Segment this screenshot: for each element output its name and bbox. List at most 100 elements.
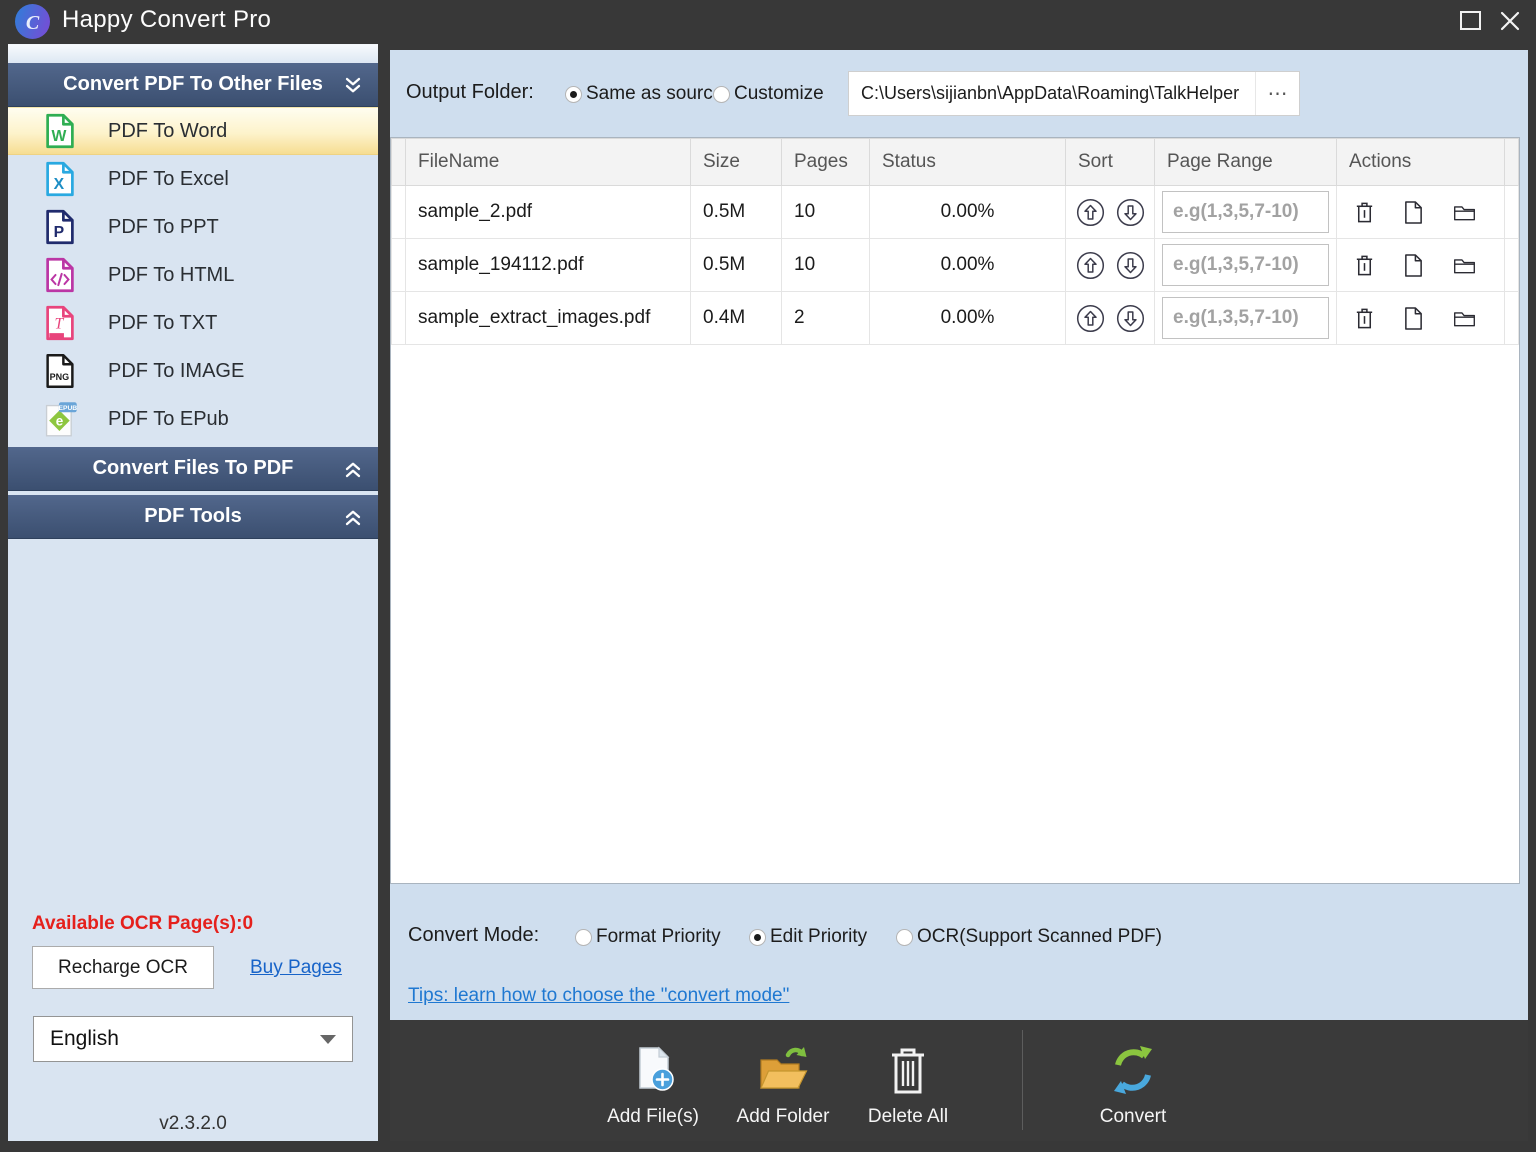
- size-cell: 0.4M: [690, 291, 782, 345]
- header-sort[interactable]: Sort: [1065, 138, 1155, 186]
- radio-edit-priority[interactable]: Edit Priority: [749, 926, 867, 948]
- chevron-down-icon: [320, 1034, 336, 1044]
- svg-text:EPUB: EPUB: [59, 405, 78, 412]
- open-file-icon[interactable]: [1403, 253, 1426, 278]
- sidebar-item-label: PDF To IMAGE: [108, 359, 245, 382]
- recharge-ocr-button[interactable]: Recharge OCR: [32, 946, 214, 989]
- row-scroll-gutter: [1504, 238, 1519, 292]
- page-range-input[interactable]: [1162, 297, 1329, 339]
- section-convert-files-to-pdf[interactable]: Convert Files To PDF: [8, 447, 378, 491]
- svg-text:W: W: [51, 128, 66, 145]
- status-cell: 0.00%: [869, 238, 1066, 292]
- tips-link[interactable]: Tips: learn how to choose the "convert m…: [408, 985, 789, 1007]
- open-folder-icon[interactable]: [1453, 253, 1476, 278]
- delete-all-button[interactable]: Delete All: [838, 1036, 978, 1128]
- sidebar-item-pdf-to-excel[interactable]: X PDF To Excel: [8, 155, 378, 203]
- open-folder-icon[interactable]: [1453, 306, 1476, 331]
- table-row[interactable]: sample_194112.pdf 0.5M 10 0.00%: [391, 238, 1519, 292]
- buy-pages-link[interactable]: Buy Pages: [250, 957, 342, 979]
- row-scroll-gutter: [1504, 185, 1519, 239]
- row-gutter-cell: [391, 291, 406, 345]
- header-filename[interactable]: FileName: [405, 138, 691, 186]
- section-convert-pdf-to-other[interactable]: Convert PDF To Other Files: [8, 63, 378, 107]
- header-pages[interactable]: Pages: [781, 138, 870, 186]
- sidebar-item-pdf-to-epub[interactable]: e EPUB PDF To EPub: [8, 395, 378, 443]
- version-label: v2.3.2.0: [159, 1113, 227, 1134]
- header-status[interactable]: Status: [869, 138, 1066, 186]
- delete-row-icon[interactable]: [1353, 253, 1376, 278]
- sidebar-item-pdf-to-word[interactable]: W PDF To Word: [8, 107, 378, 155]
- radio-customize[interactable]: Customize: [713, 83, 824, 105]
- header-page-range[interactable]: Page Range: [1154, 138, 1337, 186]
- open-folder-icon[interactable]: [1453, 200, 1476, 225]
- header-gutter: [391, 138, 406, 186]
- radio-format-priority[interactable]: Format Priority: [575, 926, 721, 948]
- sidebar-item-pdf-to-html[interactable]: PDF To HTML: [8, 251, 378, 299]
- row-gutter-cell: [391, 185, 406, 239]
- section-pdf-tools[interactable]: PDF Tools: [8, 495, 378, 539]
- page-range-input[interactable]: [1162, 244, 1329, 286]
- table-row[interactable]: sample_extract_images.pdf 0.4M 2 0.00%: [391, 291, 1519, 345]
- radio-icon[interactable]: [749, 928, 766, 946]
- toolbar-divider: [1022, 1030, 1023, 1130]
- svg-text:C: C: [26, 12, 40, 34]
- radio-ocr[interactable]: OCR(Support Scanned PDF): [896, 926, 1162, 948]
- delete-row-icon[interactable]: [1353, 306, 1376, 331]
- table-row[interactable]: sample_2.pdf 0.5M 10 0.00%: [391, 185, 1519, 239]
- radio-same-as-source[interactable]: Same as source: [565, 83, 723, 105]
- output-folder-label: Output Folder:: [406, 81, 534, 103]
- filename-cell: sample_extract_images.pdf: [405, 291, 691, 345]
- open-file-icon[interactable]: [1403, 200, 1426, 225]
- move-down-icon[interactable]: [1116, 251, 1145, 280]
- page-range-cell: [1154, 291, 1337, 345]
- size-cell: 0.5M: [690, 185, 782, 239]
- header-actions[interactable]: Actions: [1336, 138, 1505, 186]
- move-down-icon[interactable]: [1116, 198, 1145, 227]
- add-folder-button[interactable]: Add Folder: [713, 1036, 853, 1128]
- header-scroll-gutter: [1504, 138, 1519, 186]
- png-icon: PNG: [42, 352, 78, 390]
- header-size[interactable]: Size: [690, 138, 782, 186]
- txt-icon: T: [42, 304, 78, 342]
- sidebar-item-pdf-to-ppt[interactable]: P PDF To PPT: [8, 203, 378, 251]
- app-window: C Happy Convert Pro Convert PDF To Other…: [0, 0, 1536, 1152]
- main-panel: Output Folder: Same as source Customize …: [390, 50, 1528, 1141]
- file-table: FileName Size Pages Status Sort Page Ran…: [390, 137, 1520, 884]
- sidebar-item-pdf-to-image[interactable]: PNG PDF To IMAGE: [8, 347, 378, 395]
- move-up-icon[interactable]: [1076, 251, 1105, 280]
- output-path-field[interactable]: C:\Users\sijianbn\AppData\Roaming\TalkHe…: [848, 71, 1300, 116]
- section-label: Convert Files To PDF: [92, 457, 294, 479]
- chevron-double-up-icon: [342, 460, 364, 479]
- open-file-icon[interactable]: [1403, 306, 1426, 331]
- move-up-icon[interactable]: [1076, 198, 1105, 227]
- app-logo-icon: C: [14, 3, 51, 40]
- language-dropdown[interactable]: English: [33, 1016, 353, 1062]
- svg-text:PNG: PNG: [50, 372, 70, 382]
- sidebar-item-pdf-to-txt[interactable]: T PDF To TXT: [8, 299, 378, 347]
- delete-row-icon[interactable]: [1353, 200, 1376, 225]
- window-title: Happy Convert Pro: [62, 6, 272, 33]
- radio-icon[interactable]: [896, 928, 913, 946]
- add-folder-icon: [713, 1036, 853, 1096]
- page-range-cell: [1154, 185, 1337, 239]
- actions-cell: [1336, 185, 1505, 239]
- add-files-button[interactable]: Add File(s): [583, 1036, 723, 1128]
- maximize-icon[interactable]: [1460, 11, 1481, 30]
- move-up-icon[interactable]: [1076, 304, 1105, 333]
- convert-mode-label: Convert Mode:: [408, 924, 540, 946]
- sidebar-item-label: PDF To TXT: [108, 311, 218, 334]
- move-down-icon[interactable]: [1116, 304, 1145, 333]
- page-range-input[interactable]: [1162, 191, 1329, 233]
- sort-cell: [1065, 238, 1155, 292]
- radio-icon[interactable]: [575, 928, 592, 946]
- svg-text:X: X: [54, 176, 65, 193]
- convert-button[interactable]: Convert: [1063, 1036, 1203, 1128]
- close-icon[interactable]: [1498, 9, 1522, 33]
- radio-icon[interactable]: [565, 85, 582, 103]
- section-label: PDF Tools: [144, 505, 242, 527]
- trash-icon: [838, 1036, 978, 1096]
- filename-cell: sample_2.pdf: [405, 185, 691, 239]
- radio-icon[interactable]: [713, 85, 730, 103]
- sort-cell: [1065, 185, 1155, 239]
- browse-button[interactable]: ⋯: [1255, 72, 1299, 115]
